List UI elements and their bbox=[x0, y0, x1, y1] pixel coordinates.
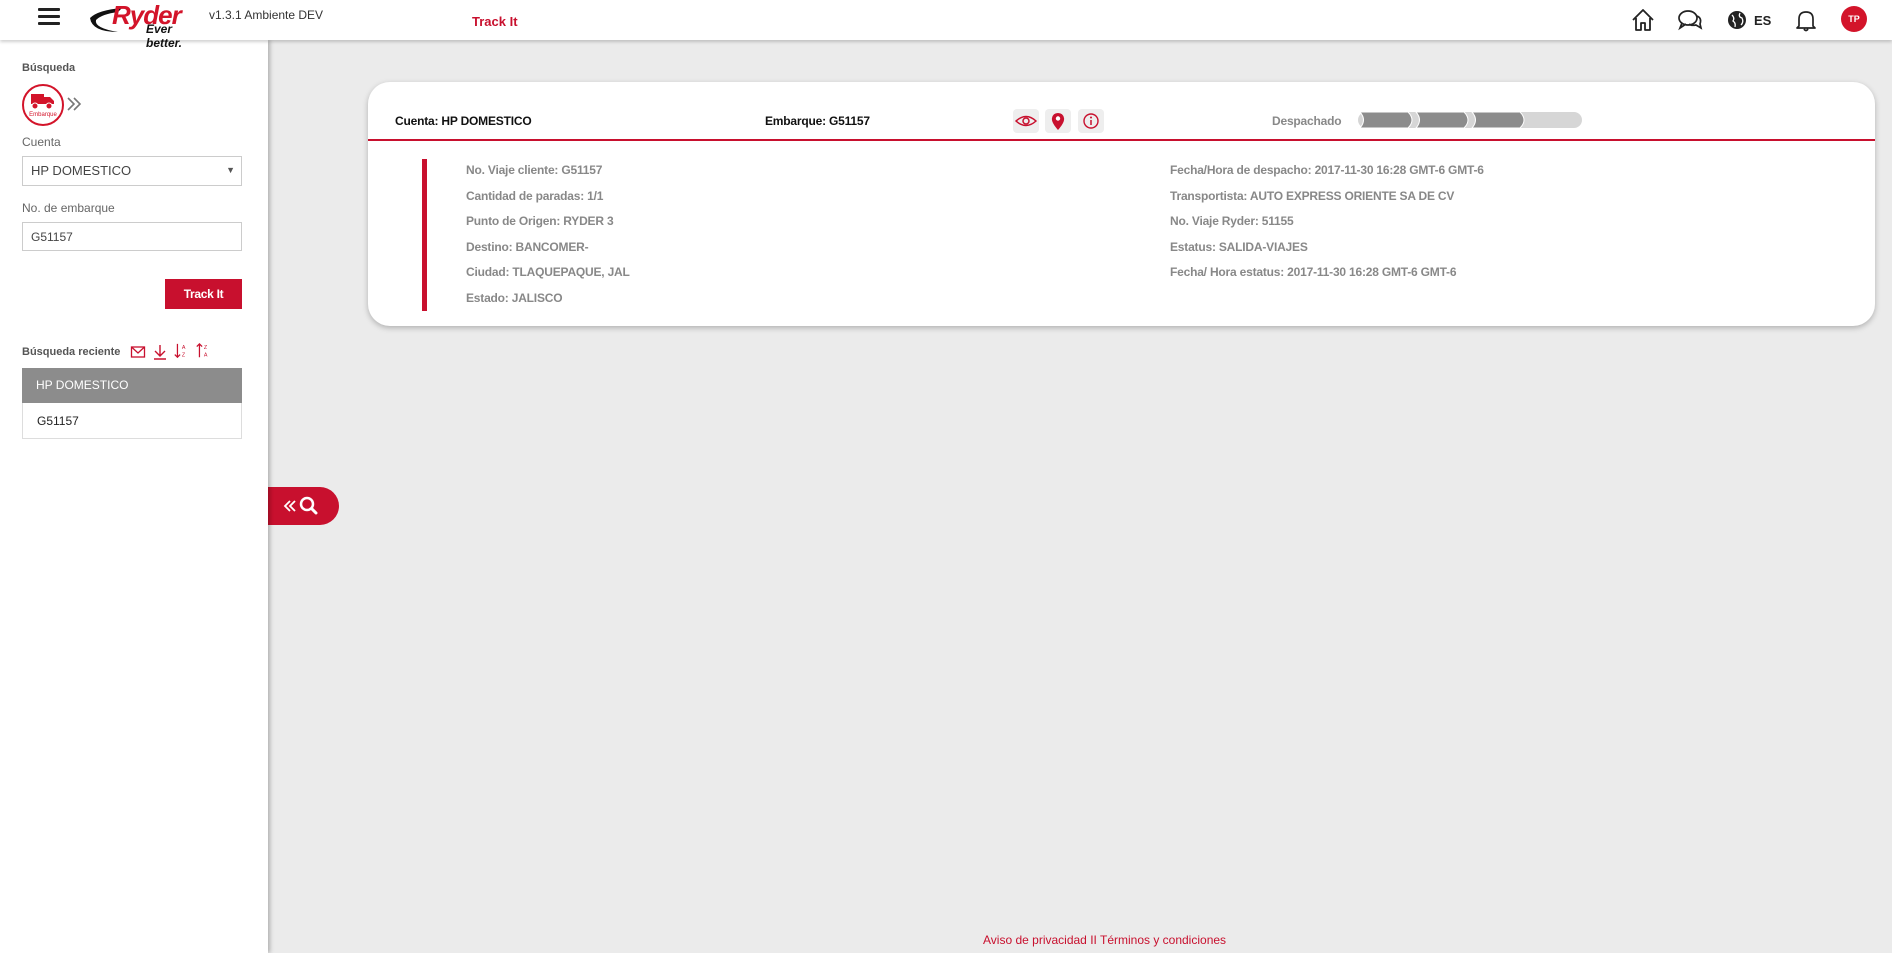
collapse-search-icon bbox=[283, 496, 318, 515]
account-select[interactable]: HP DOMESTICO ▼ bbox=[22, 156, 242, 186]
field-client-trip: No. Viaje cliente: G51157 bbox=[466, 163, 603, 177]
top-bar: Ryder Ever better. v1.3.1 Ambiente DEV T… bbox=[0, 0, 1892, 50]
search-sidebar: Búsqueda Embarque Cuenta HP DOMESTICO ▼ … bbox=[0, 40, 268, 953]
progress-step-complete bbox=[1358, 111, 1413, 129]
field-status: Estatus: SALIDA-VIAJES bbox=[1170, 240, 1308, 254]
field-stops: Cantidad de paradas: 1/1 bbox=[466, 189, 604, 203]
field-dispatch-datetime: Fecha/Hora de despacho: 2017-11-30 16:28… bbox=[1170, 163, 1484, 177]
card-divider bbox=[368, 139, 1875, 141]
logo-tagline: Ever better. bbox=[146, 22, 183, 50]
language-selector[interactable]: ES bbox=[1754, 13, 1771, 28]
user-avatar[interactable]: TP bbox=[1841, 6, 1867, 32]
truck-icon bbox=[31, 94, 54, 110]
terms-link[interactable]: Términos y condiciones bbox=[1100, 933, 1226, 947]
chat-icon[interactable] bbox=[1676, 6, 1704, 34]
search-label: Búsqueda bbox=[22, 62, 76, 74]
field-ryder-trip: No. Viaje Ryder: 51155 bbox=[1170, 214, 1294, 228]
shipment-result-card: Cuenta: HP DOMESTICO Embarque: G51157 De… bbox=[368, 82, 1875, 326]
svg-text:Z: Z bbox=[182, 352, 186, 358]
home-icon[interactable] bbox=[1629, 6, 1657, 34]
field-status-datetime: Fecha/ Hora estatus: 2017-11-30 16:28 GM… bbox=[1170, 265, 1457, 279]
footer-separator: II bbox=[1090, 933, 1097, 947]
shipment-number-label: No. de embarque bbox=[22, 201, 115, 215]
svg-text:A: A bbox=[204, 352, 208, 358]
version-label: v1.3.1 Ambiente DEV bbox=[209, 8, 324, 22]
field-carrier: Transportista: AUTO EXPRESS ORIENTE SA D… bbox=[1170, 189, 1455, 203]
shipment-number-input[interactable]: G51157 bbox=[22, 222, 242, 251]
mail-icon[interactable] bbox=[130, 344, 146, 360]
eye-icon[interactable] bbox=[1013, 109, 1039, 133]
footer: Aviso de privacidad II Términos y condic… bbox=[983, 933, 1226, 947]
card-shipment: Embarque: G51157 bbox=[765, 114, 870, 128]
progress-step-complete bbox=[1470, 111, 1525, 129]
globe-icon[interactable] bbox=[1724, 6, 1752, 34]
detail-accent-bar bbox=[422, 159, 427, 311]
svg-text:A: A bbox=[182, 345, 186, 351]
account-select-value: HP DOMESTICO bbox=[31, 163, 132, 178]
toggle-search-panel-button[interactable] bbox=[268, 487, 339, 525]
recent-search-label: Búsqueda reciente bbox=[22, 346, 121, 358]
status-label: Despachado bbox=[1272, 114, 1342, 128]
download-icon[interactable] bbox=[152, 344, 168, 360]
field-destination: Destino: BANCOMER- bbox=[466, 240, 589, 254]
map-pin-icon[interactable] bbox=[1045, 109, 1071, 133]
double-chevron-right-icon[interactable] bbox=[66, 96, 82, 112]
privacy-link[interactable]: Aviso de privacidad bbox=[983, 933, 1087, 947]
field-city: Ciudad: TLAQUEPAQUE, JAL bbox=[466, 265, 630, 279]
sort-za-icon[interactable]: Z A bbox=[195, 343, 211, 359]
track-it-button[interactable]: Track It bbox=[165, 279, 242, 309]
progress-step-complete bbox=[1414, 111, 1469, 129]
recent-list-item[interactable]: G51157 bbox=[22, 403, 242, 439]
shipment-search-button[interactable]: Embarque bbox=[22, 84, 64, 126]
card-account: Cuenta: HP DOMESTICO bbox=[395, 114, 532, 128]
ryder-logo[interactable]: Ryder Ever better. bbox=[88, 0, 208, 50]
shipment-button-caption: Embarque bbox=[29, 112, 57, 118]
field-origin: Punto de Origen: RYDER 3 bbox=[466, 214, 614, 228]
account-label: Cuenta bbox=[22, 135, 61, 149]
field-state: Estado: JALISCO bbox=[466, 291, 563, 305]
svg-text:Z: Z bbox=[204, 345, 208, 351]
info-icon[interactable] bbox=[1078, 109, 1104, 133]
nav-track-it[interactable]: Track It bbox=[472, 14, 518, 29]
menu-icon[interactable] bbox=[38, 8, 60, 26]
recent-group-header[interactable]: HP DOMESTICO bbox=[22, 368, 242, 403]
status-progress-bar bbox=[1358, 111, 1582, 129]
sort-az-icon[interactable]: A Z bbox=[173, 343, 189, 359]
dropdown-arrow-icon: ▼ bbox=[226, 165, 235, 175]
bell-icon[interactable] bbox=[1792, 6, 1820, 34]
